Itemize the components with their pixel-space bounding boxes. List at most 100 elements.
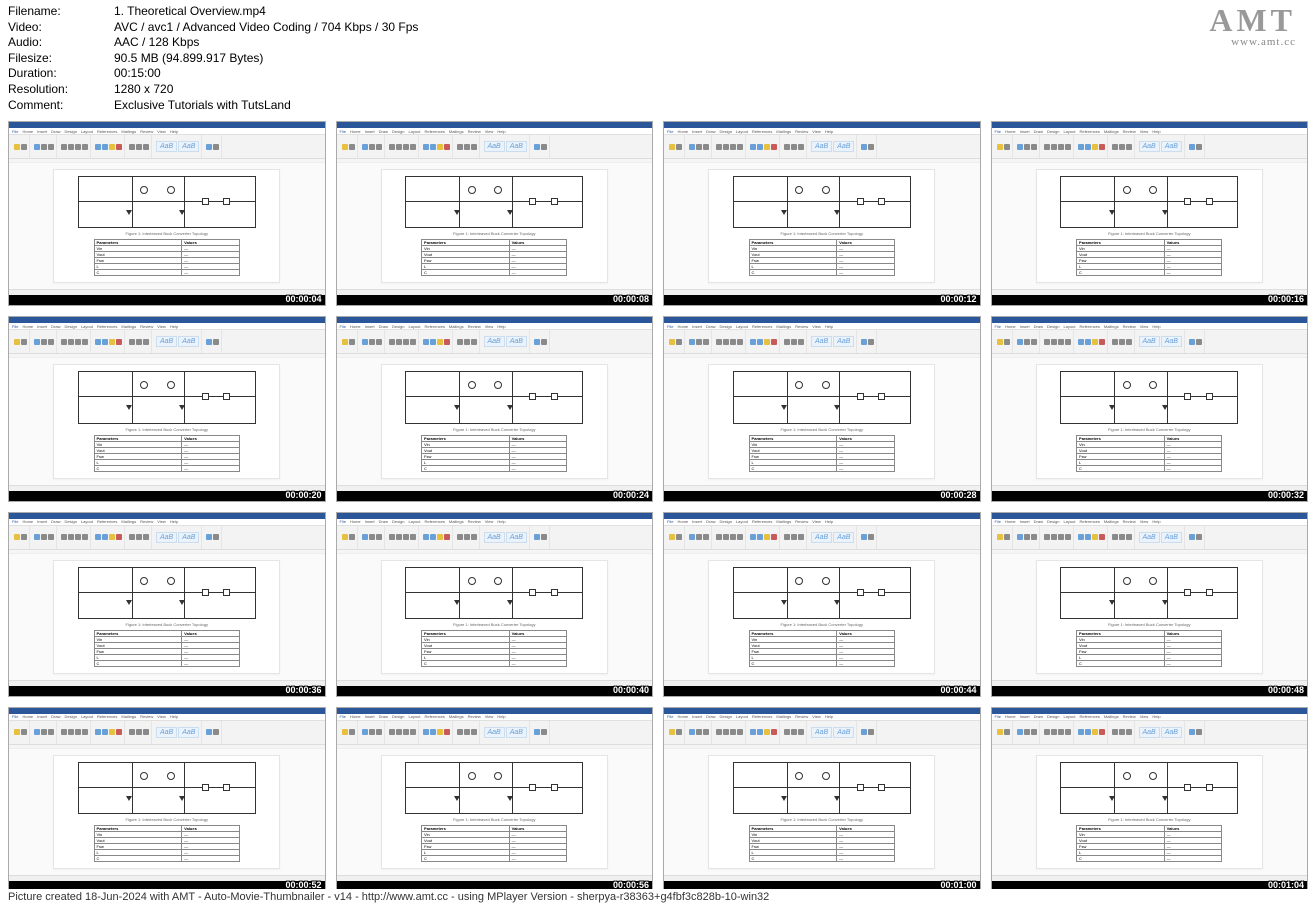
circuit-component (1184, 393, 1191, 400)
circuit-diode-icon (1162, 600, 1168, 605)
ribbon-tab: References (752, 324, 772, 329)
ribbon-icon (82, 534, 88, 540)
word-ribbon: AaBAaB (992, 721, 1308, 745)
table-row: C— (1077, 465, 1222, 471)
video-thumbnail[interactable]: FileHomeInsertDrawDesignLayoutReferences… (663, 121, 981, 306)
ribbon-icon (861, 534, 867, 540)
frame-timestamp: 00:00:16 (1268, 294, 1304, 304)
ribbon-tabs: FileHomeInsertDrawDesignLayoutReferences… (9, 323, 325, 330)
ribbon-tab: Insert (692, 519, 702, 524)
video-thumbnail[interactable]: FileHomeInsertDrawDesignLayoutReferences… (8, 121, 326, 306)
ribbon-tab: References (424, 129, 444, 134)
parameters-table: ParametersValuesVin—Vout—Fsw—L—C— (94, 630, 240, 667)
video-thumbnail[interactable]: FileHomeInsertDrawDesignLayoutReferences… (336, 512, 654, 697)
video-thumbnail[interactable]: FileHomeInsertDrawDesignLayoutReferences… (336, 316, 654, 501)
circuit-component (1184, 784, 1191, 791)
ribbon-icon (68, 339, 74, 345)
ribbon-tab: Design (392, 714, 404, 719)
ribbon-icon (723, 339, 729, 345)
table-cell: C (749, 856, 837, 862)
ribbon-editing-group (532, 330, 550, 353)
style-preview: AaB (506, 727, 527, 738)
video-thumbnail[interactable]: FileHomeInsertDrawDesignLayoutReferences… (8, 316, 326, 501)
meta-value-resolution: 1280 x 720 (114, 82, 173, 98)
table-row: C— (1077, 856, 1222, 862)
ribbon-group (667, 526, 685, 549)
table-cell: C (94, 270, 182, 276)
ribbon-icon (82, 339, 88, 345)
style-preview: AaB (178, 141, 199, 152)
video-thumbnail[interactable]: FileHomeInsertDrawDesignLayoutReferences… (8, 707, 326, 892)
ribbon-icon (457, 339, 463, 345)
ribbon-icon (48, 339, 54, 345)
ribbon-group (93, 526, 125, 549)
parameters-table: ParametersValuesVin—Vout—Fsw—L—C— (421, 435, 567, 472)
ribbon-icon (676, 144, 682, 150)
ribbon-icon (534, 534, 540, 540)
circuit-diagram (1060, 371, 1238, 423)
video-thumbnail[interactable]: FileHomeInsertDrawDesignLayoutReferences… (991, 707, 1309, 892)
parameters-table: ParametersValuesVin—Vout—Fsw—L—C— (749, 825, 895, 862)
video-thumbnail[interactable]: FileHomeInsertDrawDesignLayoutReferences… (991, 121, 1309, 306)
ribbon-icon (14, 339, 20, 345)
ribbon-group (995, 721, 1013, 744)
ribbon-icon (1051, 144, 1057, 150)
ribbon-icon (541, 729, 547, 735)
ribbon-icon (213, 339, 219, 345)
video-thumbnail[interactable]: FileHomeInsertDrawDesignLayoutReferences… (991, 316, 1309, 501)
video-thumbnail[interactable]: FileHomeInsertDrawDesignLayoutReferences… (336, 707, 654, 892)
ribbon-icon (703, 144, 709, 150)
ribbon-icon (444, 729, 450, 735)
ribbon-tab: File (667, 129, 673, 134)
ribbon-tab: File (667, 714, 673, 719)
ribbon-icon (784, 729, 790, 735)
ribbon-icon (784, 144, 790, 150)
circuit-diagram (78, 371, 256, 423)
ribbon-styles-group: AaBAaB (1137, 135, 1185, 158)
ribbon-tabs: FileHomeInsertDrawDesignLayoutReferences… (664, 323, 980, 330)
figure-caption: Figure 1: Interleaved Buck Converter Top… (781, 622, 863, 627)
ribbon-icon (369, 729, 375, 735)
ribbon-tab: Mailings (449, 519, 464, 524)
thumbnail-grid: FileHomeInsertDrawDesignLayoutReferences… (0, 117, 1316, 892)
ribbon-icon (143, 534, 149, 540)
ribbon-group (995, 330, 1013, 353)
circuit-component (1206, 198, 1213, 205)
ribbon-icon (868, 339, 874, 345)
table-row: C— (749, 856, 894, 862)
ribbon-tab: References (1079, 324, 1099, 329)
video-thumbnail[interactable]: FileHomeInsertDrawDesignLayoutReferences… (336, 121, 654, 306)
circuit-component (223, 589, 230, 596)
circuit-component (822, 772, 830, 780)
circuit-component (1123, 577, 1131, 585)
video-thumbnail[interactable]: FileHomeInsertDrawDesignLayoutReferences… (663, 512, 981, 697)
ribbon-tab: Layout (1063, 714, 1075, 719)
circuit-component (795, 381, 803, 389)
video-thumbnail[interactable]: FileHomeInsertDrawDesignLayoutReferences… (991, 512, 1309, 697)
ribbon-icon (534, 144, 540, 150)
ribbon-icon (1058, 339, 1064, 345)
circuit-diode-icon (179, 405, 185, 410)
circuit-component (1123, 186, 1131, 194)
figure-caption: Figure 1: Interleaved Buck Converter Top… (781, 231, 863, 236)
document-area: Figure 1: Interleaved Buck Converter Top… (992, 358, 1308, 484)
ribbon-icon (868, 729, 874, 735)
style-preview: AaB (156, 532, 177, 543)
video-letterbox: 00:00:48 (992, 686, 1308, 696)
ribbon-icon (342, 729, 348, 735)
word-ribbon: AaBAaB (9, 721, 325, 745)
video-thumbnail[interactable]: FileHomeInsertDrawDesignLayoutReferences… (663, 707, 981, 892)
circuit-component (1149, 186, 1157, 194)
ribbon-icon (410, 534, 416, 540)
ribbon-icon (206, 729, 212, 735)
ribbon-icon (41, 339, 47, 345)
ribbon-group (421, 526, 453, 549)
circuit-diode-icon (126, 600, 132, 605)
ribbon-tab: References (424, 324, 444, 329)
ribbon-group (360, 135, 385, 158)
video-thumbnail[interactable]: FileHomeInsertDrawDesignLayoutReferences… (8, 512, 326, 697)
video-thumbnail[interactable]: FileHomeInsertDrawDesignLayoutReferences… (663, 316, 981, 501)
document-area: Figure 1: Interleaved Buck Converter Top… (9, 358, 325, 484)
word-ribbon: AaBAaB (992, 135, 1308, 159)
meta-label-audio: Audio: (8, 35, 114, 51)
